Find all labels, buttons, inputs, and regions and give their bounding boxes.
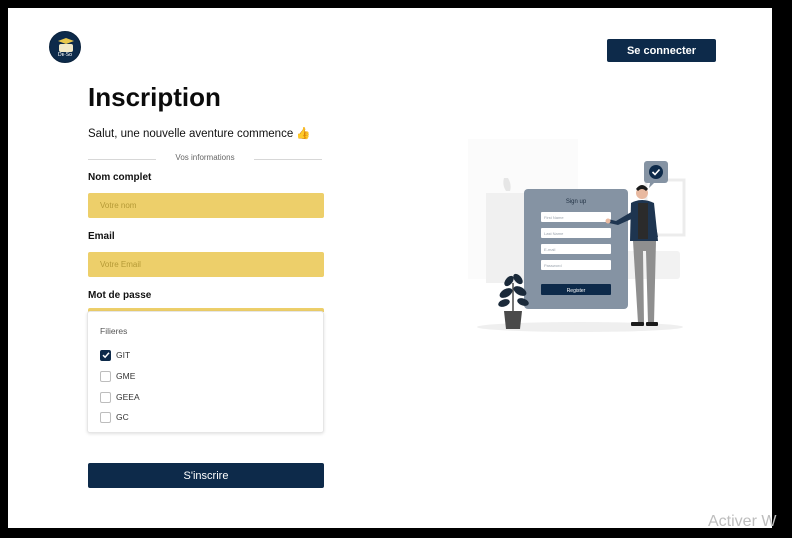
filiere-option-git[interactable]: GIT: [100, 349, 130, 361]
speech-bubble-tail: [649, 183, 654, 188]
filieres-dropdown: Filieres GIT GME GEEA GC: [87, 311, 324, 433]
filiere-option-label: GC: [116, 412, 129, 422]
page: Dᴇ·Sᴏ Se connecter Inscription Salut, un…: [8, 8, 772, 528]
illustration-card-title: Sign up: [566, 199, 587, 205]
logo-text: Dᴇ·Sᴏ: [57, 52, 73, 58]
filiere-option-label: GEEA: [116, 392, 140, 402]
illustration-field-text: Password: [544, 263, 562, 268]
checkbox-gme[interactable]: [100, 370, 111, 382]
person-hand: [605, 218, 611, 224]
person-shoe: [646, 322, 658, 326]
illustration-field-text: E-mail: [544, 247, 555, 252]
shelf: [486, 193, 524, 283]
book-icon: [59, 44, 73, 52]
section-divider: Vos informations: [88, 153, 322, 165]
email-input[interactable]: Votre Email: [88, 252, 324, 277]
section-label: Vos informations: [175, 153, 235, 162]
divider-line-right: [254, 159, 322, 160]
filiere-option-label: GIT: [116, 350, 131, 360]
filiere-option-geea[interactable]: GEEA: [100, 391, 140, 403]
person-shoe: [631, 322, 644, 326]
illustration-register-label: Register: [567, 288, 586, 294]
brand-logo[interactable]: Dᴇ·Sᴏ: [49, 31, 81, 63]
checkbox-geea[interactable]: [100, 391, 111, 403]
checkbox-gc[interactable]: [100, 411, 111, 423]
plant-pot: [504, 311, 522, 329]
checkbox-git[interactable]: [100, 349, 111, 361]
email-label: Email: [88, 231, 115, 242]
signup-illustration: Sign up First Name Last Name E-mail Pass…: [468, 139, 686, 332]
plant-leaf: [499, 288, 513, 298]
person-shirt: [638, 203, 648, 239]
plant-leaf: [498, 299, 510, 307]
filiere-option-gme[interactable]: GME: [100, 370, 135, 382]
check-icon: [101, 352, 110, 359]
password-label: Mot de passe: [88, 290, 152, 301]
page-title: Inscription: [88, 82, 221, 112]
signup-submit-button[interactable]: S'inscrire: [88, 463, 324, 488]
filiere-option-gc[interactable]: GC: [100, 411, 129, 423]
filieres-title: Filieres: [100, 326, 128, 336]
page-subtitle: Salut, une nouvelle aventure commence 👍: [88, 128, 311, 140]
windows-activation-watermark: Activer W: [708, 513, 777, 530]
illustration-field-text: Last Name: [544, 231, 564, 236]
name-input[interactable]: Votre nom: [88, 193, 324, 218]
name-label: Nom complet: [88, 172, 152, 183]
filiere-option-label: GME: [116, 371, 136, 381]
login-button[interactable]: Se connecter: [607, 39, 716, 62]
illustration-field-text: First Name: [544, 215, 564, 220]
checkmark-badge-icon: [649, 165, 663, 179]
